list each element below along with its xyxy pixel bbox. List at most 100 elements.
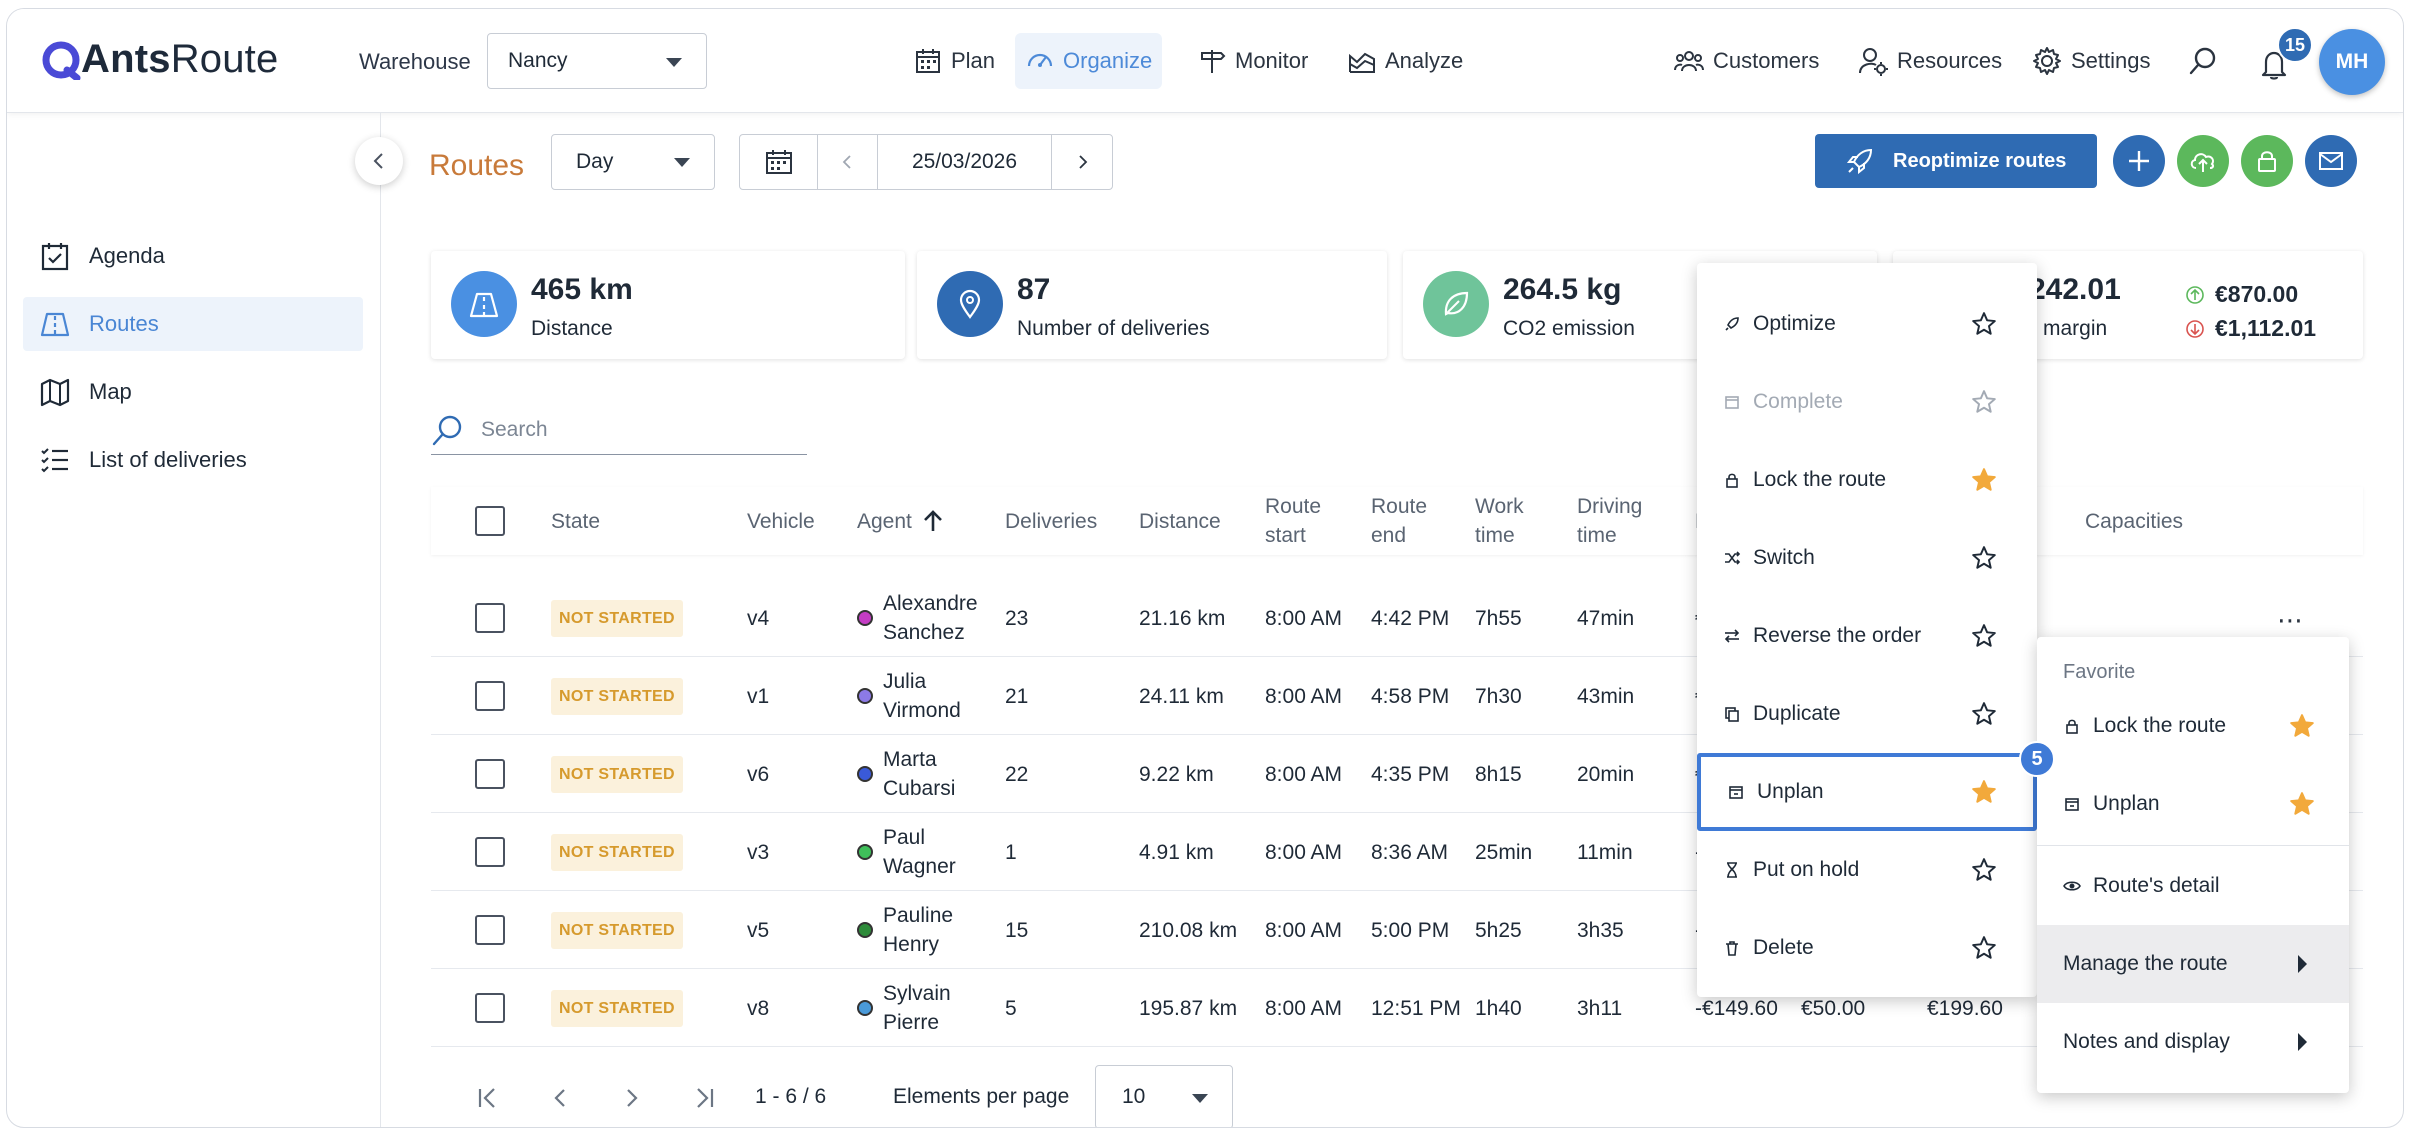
menu-item-unplan[interactable]: Unplan — [1697, 753, 2037, 831]
star-outline-icon[interactable] — [1971, 935, 1997, 961]
add-route-button[interactable] — [2113, 135, 2165, 187]
menu-item-put-on-hold[interactable]: Put on hold — [1697, 831, 2037, 909]
header-state[interactable]: State — [551, 487, 600, 555]
menu-item-label: Reverse the order — [1753, 624, 1922, 647]
star-outline-icon[interactable] — [1971, 857, 1997, 883]
avatar[interactable]: MH — [2319, 29, 2385, 95]
star-outline-icon[interactable] — [1971, 311, 1997, 337]
row-checkbox[interactable] — [475, 891, 505, 969]
row-checkbox[interactable] — [475, 813, 505, 891]
nav-plan[interactable]: Plan — [903, 33, 1005, 89]
warehouse-select[interactable]: Nancy — [487, 33, 707, 89]
search-button[interactable] — [2187, 33, 2219, 89]
logo[interactable]: AntsRoute — [41, 37, 278, 82]
sidebar-item-list-of-deliveries[interactable]: List of deliveries — [23, 433, 363, 487]
menu-item-route-detail[interactable]: Route's detail — [2037, 847, 2349, 925]
chevron-left-icon — [842, 155, 851, 169]
period-select[interactable]: Day — [551, 134, 715, 190]
star-filled-icon[interactable] — [2289, 713, 2315, 739]
star-filled-icon[interactable] — [1971, 779, 1997, 805]
cell-deliveries: 22 — [1005, 762, 1029, 786]
calendar-button[interactable] — [740, 135, 818, 189]
row-checkbox[interactable] — [475, 657, 505, 735]
logo-text: AntsRoute — [81, 37, 279, 81]
header-capacities[interactable]: Capacities — [2085, 487, 2183, 555]
nav-monitor[interactable]: Monitor — [1187, 33, 1318, 89]
reoptimize-routes-button[interactable]: Reoptimize routes — [1815, 134, 2097, 188]
menu-item-lock-the-route[interactable]: Lock the route — [1697, 441, 2037, 519]
star-filled-icon[interactable] — [2289, 791, 2315, 817]
nav-resources[interactable]: Resources — [1857, 33, 2002, 89]
chevron-down-icon — [674, 158, 690, 167]
menu-item-label: Switch — [1753, 546, 1815, 569]
header-driving-line2: time — [1577, 524, 1617, 547]
menu-item-label: Unplan — [2093, 792, 2160, 815]
header-route-end-line2: end — [1371, 524, 1407, 547]
chevron-down-icon — [666, 58, 682, 67]
sidebar-collapse-button[interactable] — [355, 137, 403, 185]
row-checkbox[interactable] — [475, 969, 505, 1047]
row-checkbox[interactable] — [475, 735, 505, 813]
menu-item-duplicate[interactable]: Duplicate — [1697, 675, 2037, 753]
header-work-time[interactable]: Work time — [1475, 487, 1524, 555]
star-outline-icon[interactable] — [1971, 389, 1997, 415]
header-agent[interactable]: Agent — [857, 487, 944, 555]
search-bar — [431, 405, 807, 455]
header-route-end[interactable]: Route end — [1371, 487, 1427, 555]
cell-route-start: 8:00 AM — [1265, 840, 1343, 864]
menu-item-label: Complete — [1753, 390, 1843, 413]
header-deliveries[interactable]: Deliveries — [1005, 487, 1097, 555]
first-page-button[interactable] — [471, 1081, 505, 1115]
menu-item-manage-the-route[interactable]: Manage the route — [2037, 925, 2349, 1003]
cell-agent: Marta Cubarsi — [857, 735, 955, 813]
star-filled-icon[interactable] — [1971, 467, 1997, 493]
next-page-button[interactable] — [615, 1081, 649, 1115]
caret-right-icon — [2298, 1033, 2307, 1051]
header-vehicle[interactable]: Vehicle — [747, 487, 815, 555]
cell-driving-time: 11min — [1577, 840, 1633, 864]
menu-item-notes-and-display[interactable]: Notes and display — [2037, 1003, 2349, 1081]
nav-analyze[interactable]: Analyze — [1337, 33, 1473, 89]
star-outline-icon[interactable] — [1971, 623, 1997, 649]
header-route-start[interactable]: Route start — [1265, 487, 1321, 555]
header-driving-time[interactable]: Driving time — [1577, 487, 1642, 555]
menu-item-complete[interactable]: Complete — [1697, 363, 2037, 441]
search-input[interactable] — [481, 417, 781, 442]
sidebar-item-label: Map — [89, 379, 132, 404]
header-work-line2: time — [1475, 524, 1515, 547]
menu-item-optimize[interactable]: Optimize — [1697, 285, 2037, 363]
sidebar-item-map[interactable]: Map — [23, 365, 363, 419]
cell-route-end: 4:42 PM — [1371, 606, 1450, 630]
margin-negative: €1,112.01 — [2185, 315, 2316, 342]
select-all-checkbox[interactable] — [475, 487, 505, 555]
favorite-unplan[interactable]: Unplan — [2037, 765, 2349, 843]
previous-day-button[interactable] — [818, 135, 878, 189]
menu-item-reverse-the-order[interactable]: Reverse the order — [1697, 597, 2037, 675]
menu-item-delete[interactable]: Delete — [1697, 909, 2037, 987]
previous-page-button[interactable] — [543, 1081, 577, 1115]
favorite-lock-the-route[interactable]: Lock the route — [2037, 687, 2349, 765]
nav-organize-label: Organize — [1063, 48, 1153, 73]
per-page-select[interactable]: 10 — [1095, 1065, 1233, 1127]
row-checkbox[interactable] — [475, 579, 505, 657]
calendar-remove-icon — [2065, 798, 2079, 811]
more-options-button[interactable]: ⋯ — [2277, 605, 2305, 636]
copy-icon — [1725, 707, 1739, 722]
lock-button[interactable] — [2241, 135, 2293, 187]
sidebar-item-agenda[interactable]: Agenda — [23, 229, 363, 283]
date-value[interactable]: 25/03/2026 — [878, 135, 1052, 189]
nav-settings[interactable]: Settings — [2031, 33, 2151, 89]
sidebar-item-routes[interactable]: Routes — [23, 297, 363, 351]
nav-customers[interactable]: Customers — [1673, 33, 1819, 89]
last-page-button[interactable] — [687, 1081, 721, 1115]
cell-vehicle: v6 — [747, 762, 770, 786]
status-badge: NOT STARTED — [551, 833, 683, 871]
next-day-button[interactable] — [1052, 135, 1112, 189]
header-distance[interactable]: Distance — [1139, 487, 1221, 555]
nav-organize[interactable]: Organize — [1015, 33, 1163, 89]
menu-item-switch[interactable]: Switch — [1697, 519, 2037, 597]
star-outline-icon[interactable] — [1971, 545, 1997, 571]
star-outline-icon[interactable] — [1971, 701, 1997, 727]
upload-button[interactable] — [2177, 135, 2229, 187]
email-button[interactable] — [2305, 135, 2357, 187]
